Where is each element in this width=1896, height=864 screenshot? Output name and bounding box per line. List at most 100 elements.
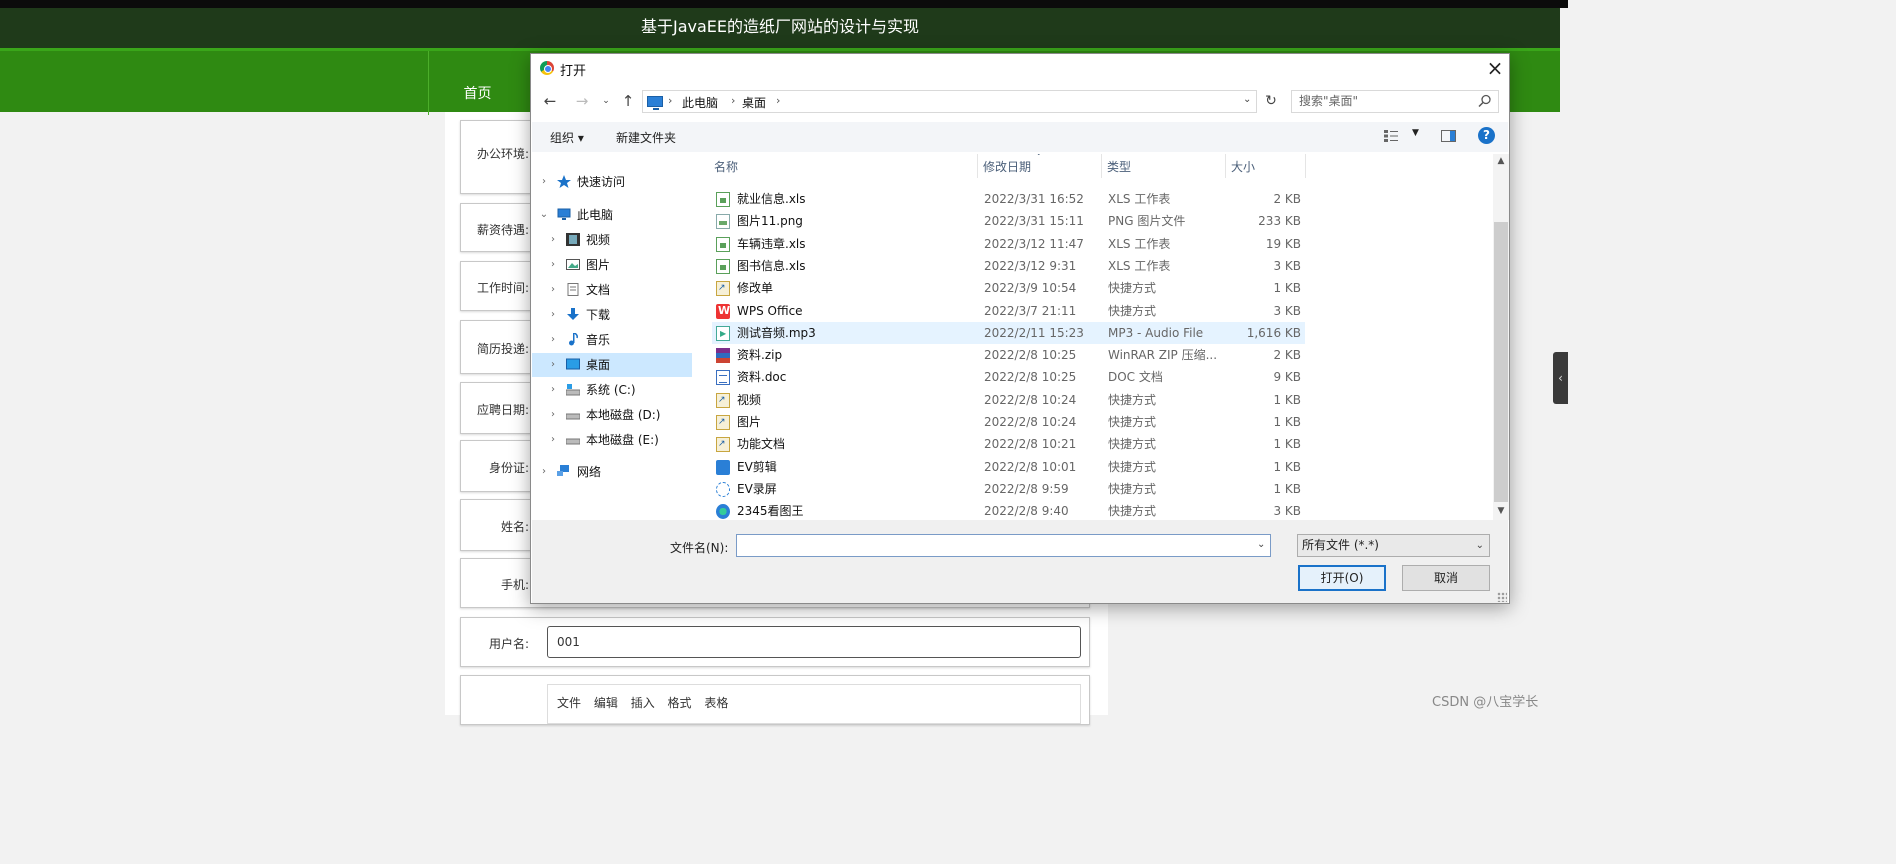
scroll-down-icon[interactable]: ▼ (1493, 506, 1509, 516)
nav-music[interactable]: › 音乐 (532, 328, 692, 352)
breadcrumb-desktop[interactable]: 桌面 (742, 94, 766, 111)
breadcrumb-chevron-icon[interactable]: › (668, 94, 672, 107)
chevron-right-icon[interactable]: › (548, 378, 558, 402)
help-icon[interactable]: ? (1478, 127, 1495, 144)
filetype-select[interactable]: 所有文件 (*.*) ⌄ (1297, 534, 1490, 557)
file-date: 2022/2/8 10:24 (984, 415, 1077, 429)
side-collapse-tab[interactable]: ‹ (1553, 352, 1568, 404)
nav-label: 视频 (586, 233, 611, 247)
nav-this-pc[interactable]: ⌄ 此电脑 (532, 203, 692, 227)
column-divider[interactable] (1101, 154, 1102, 178)
nav-pictures[interactable]: › 图片 (532, 253, 692, 277)
nav-drive-d[interactable]: › 本地磁盘 (D:) (532, 403, 692, 427)
editor-menu-table[interactable]: 表格 (704, 685, 728, 721)
nav-drive-c[interactable]: › 系统 (C:) (532, 378, 692, 402)
chevron-right-icon[interactable]: › (548, 428, 558, 452)
chevron-right-icon[interactable]: › (548, 278, 558, 302)
resize-grip-icon[interactable] (1497, 592, 1507, 602)
chevron-right-icon[interactable]: › (548, 328, 558, 352)
preview-pane-icon[interactable] (1441, 130, 1456, 142)
chevron-right-icon[interactable]: › (539, 170, 549, 194)
editor-menu-insert[interactable]: 插入 (631, 685, 655, 721)
column-header-size[interactable]: 大小 (1231, 158, 1255, 175)
search-icon[interactable] (1477, 93, 1493, 109)
file-row[interactable]: 图书信息.xls 2022/3/12 9:31 XLS 工作表 3 KB (712, 255, 1305, 277)
pictures-folder-icon (566, 259, 580, 270)
open-button[interactable]: 打开(O) (1298, 565, 1386, 591)
address-bar[interactable]: › 此电脑 › 桌面 › ⌄ (642, 90, 1257, 113)
filename-input[interactable]: ⌄ (736, 534, 1271, 557)
close-button[interactable]: × (1483, 57, 1507, 79)
png-icon (716, 214, 730, 230)
organize-button[interactable]: 组织 ▾ (550, 129, 584, 146)
file-row[interactable]: 资料.zip 2022/2/8 10:25 WinRAR ZIP 压缩... 2 KB (712, 344, 1305, 366)
chevron-right-icon[interactable]: › (548, 403, 558, 427)
file-row[interactable]: EV录屏 2022/2/8 9:59 快捷方式 1 KB (712, 478, 1305, 500)
editor-menu-format[interactable]: 格式 (668, 685, 692, 721)
forward-arrow-icon[interactable]: → (572, 91, 592, 111)
search-input[interactable]: 搜索"桌面" (1291, 90, 1499, 113)
chevron-down-icon[interactable]: ⌄ (539, 203, 549, 227)
chevron-right-icon[interactable]: › (539, 460, 549, 484)
username-input[interactable]: 001 (547, 626, 1081, 658)
file-list: 名称 修改日期 ⌄ 类型 大小 就业信息.xls 2022/3/31 16:52 X… (707, 154, 1493, 520)
editor-menu-edit[interactable]: 编辑 (594, 685, 618, 721)
file-date: 2022/3/31 16:52 (984, 192, 1084, 206)
nav-label: 桌面 (586, 358, 611, 372)
breadcrumb-chevron-icon[interactable]: › (731, 94, 735, 107)
vertical-scrollbar[interactable]: ▲ ▼ (1493, 154, 1509, 520)
chevron-right-icon[interactable]: › (548, 303, 558, 327)
column-divider[interactable] (1305, 154, 1306, 178)
file-row[interactable]: 图片11.png 2022/3/31 15:11 PNG 图片文件 233 KB (712, 210, 1305, 232)
nav-downloads[interactable]: › 下载 (532, 303, 692, 327)
image-viewer-icon (716, 504, 730, 520)
column-header-date[interactable]: 修改日期 (983, 158, 1031, 175)
new-folder-button[interactable]: 新建文件夹 (616, 129, 676, 146)
back-arrow-icon[interactable]: ← (540, 91, 560, 111)
address-dropdown-icon[interactable]: ⌄ (1243, 94, 1251, 105)
file-date: 2022/3/12 11:47 (984, 236, 1084, 251)
view-options-icon[interactable] (1384, 130, 1398, 142)
nav-documents[interactable]: › 文档 (532, 278, 692, 302)
nav-desktop[interactable]: › 桌面 (532, 353, 692, 377)
file-row[interactable]: EV剪辑 2022/2/8 10:01 快捷方式 1 KB (712, 456, 1305, 478)
file-row[interactable]: 图片 2022/2/8 10:24 快捷方式 1 KB (712, 411, 1305, 433)
chevron-right-icon[interactable]: › (548, 228, 558, 252)
chevron-right-icon[interactable]: › (548, 353, 558, 377)
breadcrumb-chevron-icon[interactable]: › (776, 94, 780, 107)
view-dropdown-icon[interactable]: ▼ (1412, 128, 1419, 138)
column-header-name[interactable]: 名称 (714, 158, 738, 175)
up-arrow-icon[interactable]: ↑ (618, 91, 638, 111)
scrollbar-thumb[interactable] (1494, 222, 1508, 502)
nav-label: 文档 (586, 283, 611, 297)
refresh-icon[interactable]: ↻ (1261, 90, 1281, 113)
cancel-button[interactable]: 取消 (1402, 565, 1490, 591)
file-type: 快捷方式 (1108, 281, 1157, 296)
file-row[interactable]: WPS Office 2022/3/7 21:11 快捷方式 3 KB (712, 300, 1305, 322)
chevron-down-icon[interactable]: ⌄ (1476, 535, 1484, 556)
site-title: 基于JavaEE的造纸厂网站的设计与实现 (640, 17, 920, 36)
file-row[interactable]: 测试音频.mp3 2022/2/11 15:23 MP3 - Audio File 1… (712, 321, 1305, 344)
chevron-down-icon[interactable]: ⌄ (1257, 539, 1265, 550)
nav-videos[interactable]: › 视频 (532, 228, 692, 252)
nav-drive-e[interactable]: › 本地磁盘 (E:) (532, 428, 692, 452)
file-row[interactable]: 功能文档 2022/2/8 10:21 快捷方式 1 KB (712, 433, 1305, 455)
chevron-right-icon[interactable]: › (548, 253, 558, 277)
column-header-type[interactable]: 类型 (1107, 158, 1131, 175)
nav-quick-access[interactable]: › 快速访问 (532, 170, 692, 194)
file-row[interactable]: 资料.doc 2022/2/8 10:25 DOC 文档 9 KB (712, 366, 1305, 388)
column-divider[interactable] (977, 154, 978, 178)
editor-menu-file[interactable]: 文件 (557, 685, 581, 721)
nav-network[interactable]: › 网络 (532, 460, 692, 484)
file-row[interactable]: 视频 2022/2/8 10:24 快捷方式 1 KB (712, 389, 1305, 411)
file-name: 图书信息.xls (737, 258, 806, 273)
file-row[interactable]: 2345看图王 2022/2/8 9:40 快捷方式 3 KB (712, 500, 1305, 520)
file-row[interactable]: 修改单 2022/3/9 10:54 快捷方式 1 KB (712, 277, 1305, 299)
breadcrumb-this-pc[interactable]: 此电脑 (682, 94, 718, 111)
scroll-up-icon[interactable]: ▲ (1493, 156, 1509, 166)
recent-locations-dropdown-icon[interactable]: ⌄ (596, 91, 616, 111)
column-divider[interactable] (1225, 154, 1226, 178)
file-row[interactable]: 就业信息.xls 2022/3/31 16:52 XLS 工作表 2 KB (712, 188, 1305, 210)
file-row[interactable]: 车辆违章.xls 2022/3/12 11:47 XLS 工作表 19 KB (712, 233, 1305, 255)
nav-home-link[interactable]: 首页 (428, 51, 526, 115)
